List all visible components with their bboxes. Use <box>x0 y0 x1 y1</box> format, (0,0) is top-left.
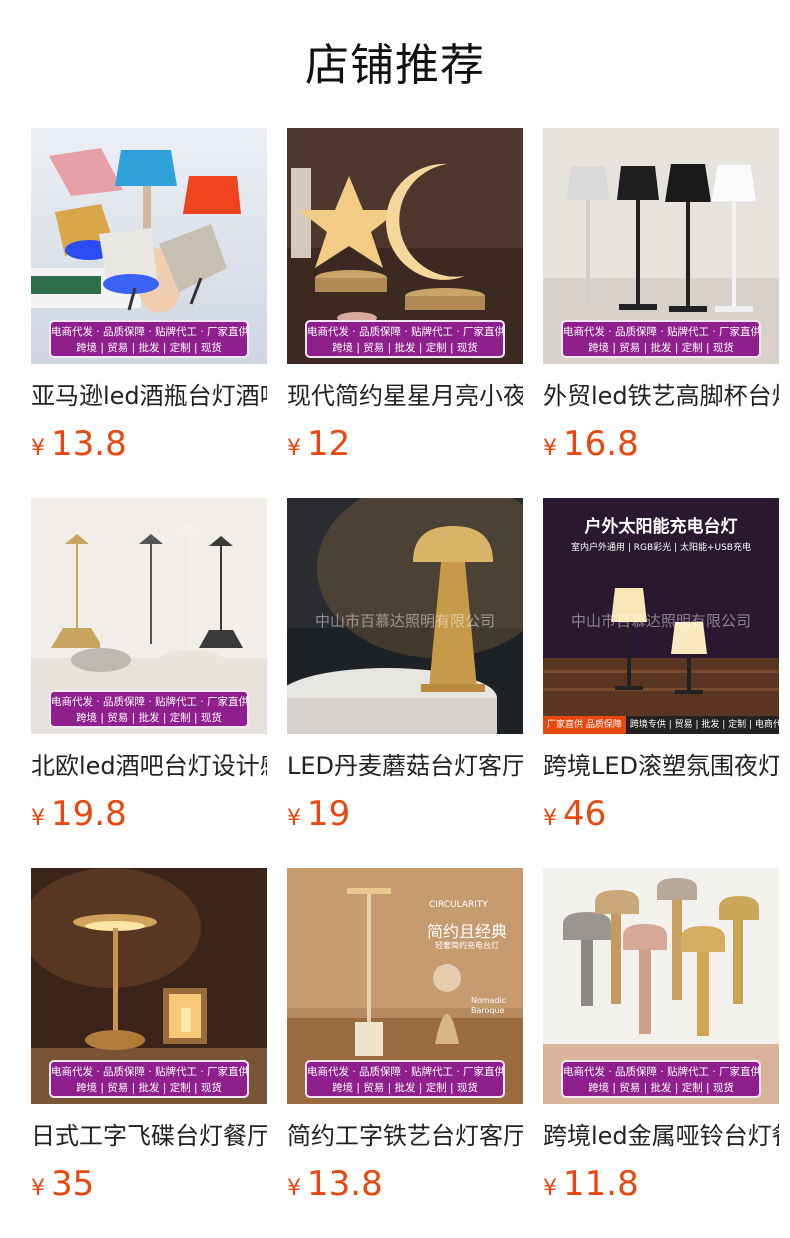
product-image[interactable]: CIRCULARITY 简约且经典 轻奢简约充电台灯 Nomadic Baroq… <box>287 868 523 1104</box>
currency-symbol: ¥ <box>543 806 557 831</box>
currency-symbol: ¥ <box>31 806 45 831</box>
product-image[interactable]: 电商代发 · 品质保障 · 贴牌代工 · 厂家直供 跨境 | 贸易 | 批发 | … <box>31 868 267 1104</box>
promo-banner: 电商代发 · 品质保障 · 贴牌代工 · 厂家直供 跨境 | 贸易 | 批发 | … <box>49 690 249 728</box>
product-price: ¥13.8 <box>31 424 127 464</box>
product-image[interactable]: 电商代发 · 品质保障 · 贴牌代工 · 厂家直供 跨境 | 贸易 | 批发 | … <box>31 498 267 734</box>
promo-banner: 电商代发 · 品质保障 · 贴牌代工 · 厂家直供 跨境 | 贸易 | 批发 | … <box>305 320 505 358</box>
product-image[interactable]: 电商代发 · 品质保障 · 贴牌代工 · 厂家直供 跨境 | 贸易 | 批发 | … <box>287 128 523 364</box>
currency-symbol: ¥ <box>31 436 45 461</box>
promo-banner: 电商代发 · 品质保障 · 贴牌代工 · 厂家直供 跨境 | 贸易 | 批发 | … <box>49 320 249 358</box>
promo-banner: 电商代发 · 品质保障 · 贴牌代工 · 厂家直供 跨境 | 贸易 | 批发 | … <box>305 1060 505 1098</box>
product-card[interactable]: 中山市百慕达照明有限公司 LED丹麦蘑菇台灯客厅卧室 ¥19 <box>287 498 523 848</box>
minimal-note: Baroque <box>471 1006 505 1015</box>
product-card[interactable]: CIRCULARITY 简约且经典 轻奢简约充电台灯 Nomadic Baroq… <box>287 868 523 1218</box>
product-name[interactable]: 简约工字铁艺台灯客厅卧室 <box>287 1120 523 1152</box>
product-name[interactable]: 亚马逊led酒瓶台灯酒吧餐厅 <box>31 380 267 412</box>
minimal-subheading: 轻奢简约充电台灯 <box>435 941 499 950</box>
product-price: ¥16.8 <box>543 424 639 464</box>
store-recommendations-page: 店铺推荐 电商代发 · 品质保障 · 贴牌代工 · 厂家直供 跨境 | 贸易 |… <box>0 0 790 1236</box>
product-card[interactable]: 电商代发 · 品质保障 · 贴牌代工 · 厂家直供 跨境 | 贸易 | 批发 | … <box>543 868 779 1218</box>
promo-banner: 电商代发 · 品质保障 · 贴牌代工 · 厂家直供 跨境 | 贸易 | 批发 | … <box>561 320 761 358</box>
product-name[interactable]: 跨境led金属哑铃台灯餐厅 <box>543 1120 779 1152</box>
currency-symbol: ¥ <box>287 806 301 831</box>
product-image[interactable]: 户外太阳能充电台灯 室内户外通用 | RGB彩光 | 太阳能+USB充电 中山市… <box>543 498 779 734</box>
minimal-heading: 简约且经典 <box>427 922 508 941</box>
product-image[interactable]: 电商代发 · 品质保障 · 贴牌代工 · 厂家直供 跨境 | 贸易 | 批发 | … <box>31 128 267 364</box>
watermark: 中山市百慕达照明有限公司 <box>570 612 751 630</box>
product-name[interactable]: LED丹麦蘑菇台灯客厅卧室 <box>287 750 523 782</box>
product-price: ¥13.8 <box>287 1164 383 1204</box>
product-price: ¥12 <box>287 424 351 464</box>
product-image[interactable]: 中山市百慕达照明有限公司 <box>287 498 523 734</box>
product-name[interactable]: 跨境LED滚塑氛围夜灯户外 <box>543 750 779 782</box>
currency-symbol: ¥ <box>287 1176 301 1201</box>
product-price: ¥35 <box>31 1164 95 1204</box>
product-grid: 电商代发 · 品质保障 · 贴牌代工 · 厂家直供 跨境 | 贸易 | 批发 | … <box>31 128 779 1238</box>
product-card[interactable]: 电商代发 · 品质保障 · 贴牌代工 · 厂家直供 跨境 | 贸易 | 批发 | … <box>543 128 779 478</box>
currency-symbol: ¥ <box>543 436 557 461</box>
solar-ad-strip: 厂家直供 品质保障 跨境专供 | 贸易 | 批发 | 定制 | 电商代发 <box>543 716 779 734</box>
page-title: 店铺推荐 <box>305 40 485 91</box>
product-name[interactable]: 日式工字飞碟台灯餐厅酒吧 <box>31 1120 267 1152</box>
product-card[interactable]: 电商代发 · 品质保障 · 贴牌代工 · 厂家直供 跨境 | 贸易 | 批发 | … <box>31 128 267 478</box>
product-price: ¥11.8 <box>543 1164 639 1204</box>
product-price: ¥19 <box>287 794 351 834</box>
currency-symbol: ¥ <box>287 436 301 461</box>
product-image[interactable]: 电商代发 · 品质保障 · 贴牌代工 · 厂家直供 跨境 | 贸易 | 批发 | … <box>543 128 779 364</box>
product-card[interactable]: 户外太阳能充电台灯 室内户外通用 | RGB彩光 | 太阳能+USB充电 中山市… <box>543 498 779 848</box>
product-name[interactable]: 现代简约星星月亮小夜灯 <box>287 380 523 412</box>
currency-symbol: ¥ <box>31 1176 45 1201</box>
product-price: ¥19.8 <box>31 794 127 834</box>
product-name[interactable]: 北欧led酒吧台灯设计感 <box>31 750 267 782</box>
solar-ad-title: 户外太阳能充电台灯 <box>584 517 738 537</box>
solar-ad-subtitle: 室内户外通用 | RGB彩光 | 太阳能+USB充电 <box>571 543 751 553</box>
product-card[interactable]: 电商代发 · 品质保障 · 贴牌代工 · 厂家直供 跨境 | 贸易 | 批发 | … <box>287 128 523 478</box>
promo-banner: 电商代发 · 品质保障 · 贴牌代工 · 厂家直供 跨境 | 贸易 | 批发 | … <box>49 1060 249 1098</box>
product-card[interactable]: 电商代发 · 品质保障 · 贴牌代工 · 厂家直供 跨境 | 贸易 | 批发 | … <box>31 868 267 1218</box>
currency-symbol: ¥ <box>543 1176 557 1201</box>
minimal-note: Nomadic <box>471 996 507 1005</box>
promo-banner: 电商代发 · 品质保障 · 贴牌代工 · 厂家直供 跨境 | 贸易 | 批发 | … <box>561 1060 761 1098</box>
product-name[interactable]: 外贸led铁艺高脚杯台灯 <box>543 380 779 412</box>
minimal-brand: CIRCULARITY <box>429 900 488 910</box>
watermark: 中山市百慕达照明有限公司 <box>314 612 495 630</box>
product-image[interactable]: 电商代发 · 品质保障 · 贴牌代工 · 厂家直供 跨境 | 贸易 | 批发 | … <box>543 868 779 1104</box>
product-card[interactable]: 电商代发 · 品质保障 · 贴牌代工 · 厂家直供 跨境 | 贸易 | 批发 | … <box>31 498 267 848</box>
product-price: ¥46 <box>543 794 607 834</box>
